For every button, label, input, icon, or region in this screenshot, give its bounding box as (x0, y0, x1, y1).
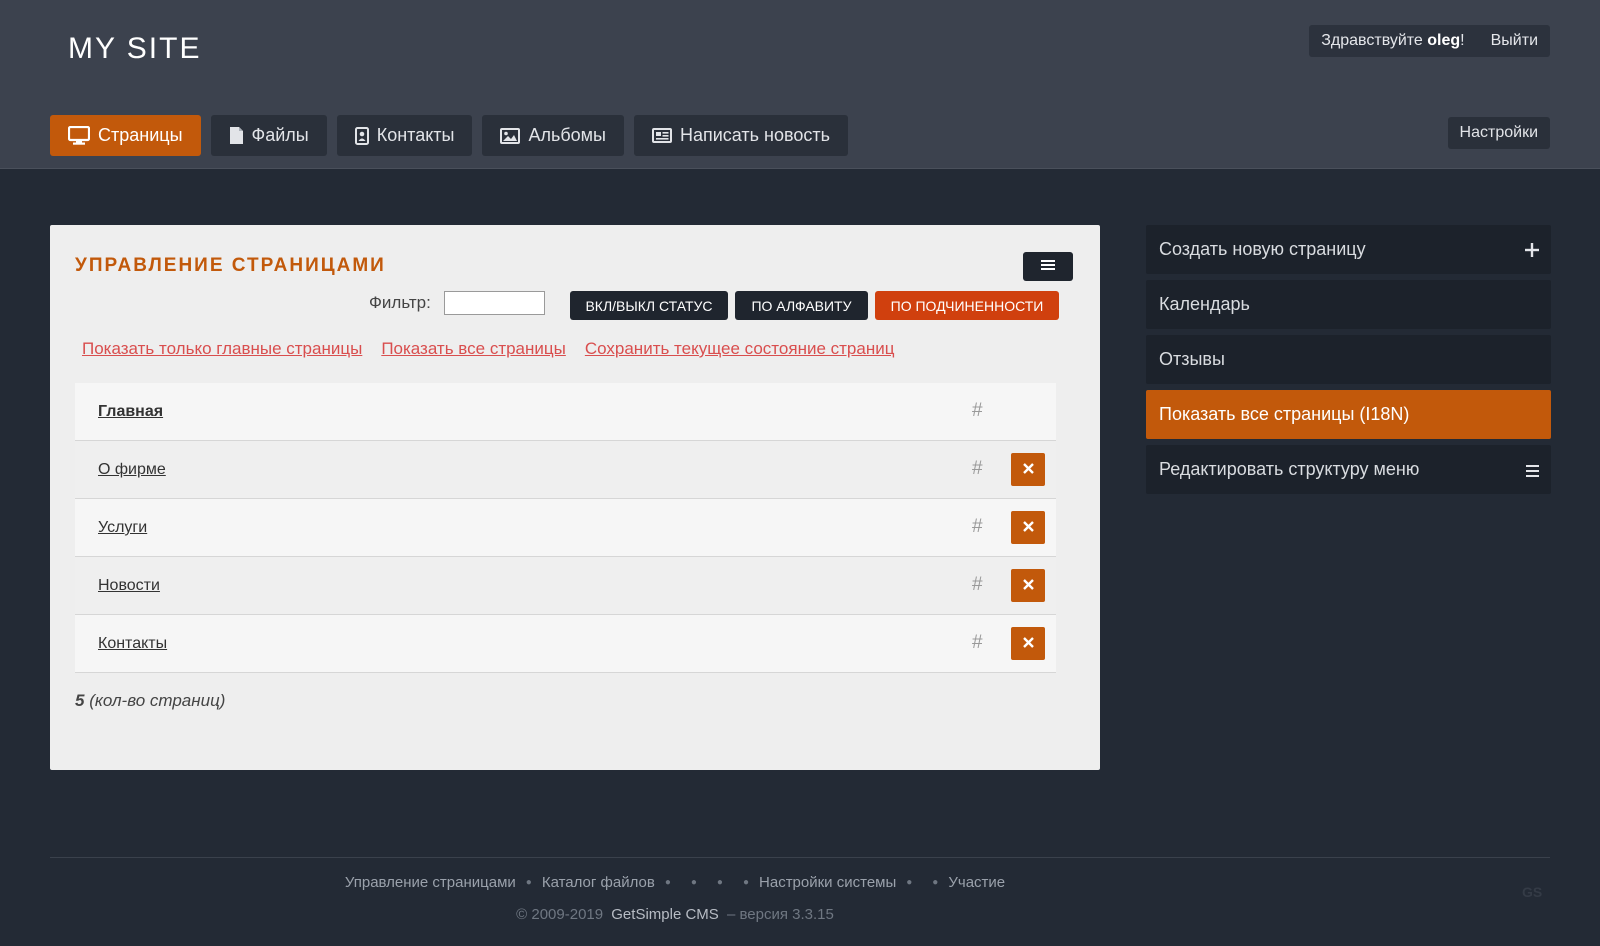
separator-dot: ● (932, 877, 939, 888)
page-count-label: (кол-во страниц) (84, 691, 226, 710)
sidebar-item-show-all-pages-i18n[interactable]: Показать все страницы (I18N) (1146, 390, 1551, 439)
sidebar-item-label: Редактировать структуру меню (1159, 459, 1420, 479)
separator-dot: ● (716, 877, 723, 888)
settings-button[interactable]: Настройки (1447, 117, 1550, 149)
footer-link-files[interactable]: Каталог файлов (542, 874, 655, 891)
footer-divider (50, 857, 1550, 858)
cms-link[interactable]: GetSimple CMS (611, 906, 719, 923)
tab-albums[interactable]: Альбомы (482, 115, 624, 156)
copyright-years: © 2009-2019 (516, 906, 604, 923)
image-icon (500, 127, 521, 144)
footer-links: Управление страницами ● Каталог файлов ●… (0, 874, 1350, 891)
sidebar-item-edit-menu-structure[interactable]: Редактировать структуру меню (1146, 445, 1551, 494)
tab-write-news[interactable]: Написать новость (634, 115, 848, 156)
page-link[interactable]: Главная (98, 403, 163, 421)
footer-link-participation[interactable]: Участие (948, 874, 1005, 891)
delete-button[interactable] (1011, 569, 1045, 602)
sidebar-item-label: Показать все страницы (I18N) (1159, 404, 1410, 424)
page-anchor[interactable]: # (972, 516, 983, 538)
table-row: О фирме # (75, 441, 1056, 499)
greeting-suffix: ! (1460, 32, 1465, 49)
sidebar-item-label: Отзывы (1159, 349, 1225, 369)
gs-logo: GS (1522, 884, 1543, 900)
table-row: Главная # (75, 383, 1056, 441)
show-main-pages-link[interactable]: Показать только главные страницы (82, 339, 362, 359)
tab-contacts[interactable]: Контакты (336, 115, 473, 156)
tab-pages[interactable]: Страницы (50, 115, 201, 156)
toggle-status-button[interactable]: ВКЛ/ВЫКЛ СТАТУС (570, 291, 728, 320)
close-icon (1022, 461, 1034, 479)
cms-version: – версия 3.3.15 (726, 906, 834, 923)
tab-pages-label: Страницы (98, 125, 183, 145)
close-icon (1022, 577, 1034, 595)
page-anchor[interactable]: # (972, 400, 983, 422)
plus-icon (1525, 241, 1539, 262)
table-row: Услуги # (75, 499, 1056, 557)
hamburger-icon (1526, 461, 1539, 482)
sort-hierarchy-button[interactable]: ПО ПОДЧИНЕННОСТИ (875, 291, 1059, 320)
page-link[interactable]: О фирме (98, 461, 166, 479)
footer-link-settings[interactable]: Настройки системы (759, 874, 896, 891)
page-title: УПРАВЛЕНИЕ СТРАНИЦАМИ (75, 255, 386, 276)
tab-contacts-label: Контакты (376, 125, 455, 145)
filter-label: Фильтр: (369, 293, 431, 312)
copyright: © 2009-2019 GetSimple CMS – версия 3.3.1… (0, 906, 1350, 923)
tab-albums-label: Альбомы (528, 125, 606, 145)
filter-input[interactable] (444, 291, 545, 315)
delete-button[interactable] (1011, 511, 1045, 544)
greeting-prefix: Здравствуйте (1321, 32, 1428, 49)
pages-panel: УПРАВЛЕНИЕ СТРАНИЦАМИ Фильтр: ВКЛ/ВЫКЛ С… (50, 225, 1100, 770)
tab-files-label: Файлы (251, 125, 309, 145)
user-box: Здравствуйте oleg! Выйти (1309, 25, 1550, 57)
sidebar: Создать новую страницу Календарь Отзывы … (1146, 225, 1551, 500)
monitor-icon (68, 126, 90, 145)
site-title[interactable]: MY SITE (68, 32, 201, 66)
separator-dot: ● (742, 877, 750, 888)
sidebar-item-label: Создать новую страницу (1159, 239, 1366, 259)
tab-files[interactable]: Файлы (210, 115, 327, 156)
show-all-pages-link[interactable]: Показать все страницы (381, 339, 566, 359)
sort-alphabetical-button[interactable]: ПО АЛФАВИТУ (735, 291, 868, 320)
contact-card-icon (354, 126, 369, 145)
sidebar-item-create-page[interactable]: Создать новую страницу (1146, 225, 1551, 274)
hamburger-icon (1041, 258, 1055, 276)
logout-link[interactable]: Выйти (1479, 32, 1550, 50)
separator-dot: ● (664, 877, 671, 888)
tab-write-news-label: Написать новость (680, 125, 830, 145)
sidebar-item-label: Календарь (1159, 294, 1250, 314)
delete-button[interactable] (1011, 627, 1045, 660)
main-nav: Страницы Файлы Контакты Альбомы Написать… (50, 115, 848, 156)
greeting: Здравствуйте oleg! (1309, 32, 1478, 50)
panel-menu-button[interactable] (1023, 252, 1073, 281)
separator-dot: ● (525, 877, 532, 888)
page-anchor[interactable]: # (972, 574, 983, 596)
table-row: Новости # (75, 557, 1056, 615)
view-links: Показать только главные страницы Показат… (82, 339, 894, 359)
header: MY SITE Здравствуйте oleg! Выйти Страниц… (0, 0, 1600, 169)
separator-dot: ● (906, 877, 913, 888)
sidebar-item-reviews[interactable]: Отзывы (1146, 335, 1551, 384)
sidebar-item-calendar[interactable]: Календарь (1146, 280, 1551, 329)
close-icon (1022, 635, 1034, 653)
separator-dot: ● (690, 877, 697, 888)
file-icon (229, 126, 244, 145)
footer-link-pages[interactable]: Управление страницами (345, 874, 516, 891)
page-anchor[interactable]: # (972, 458, 983, 480)
table-row: Контакты # (75, 615, 1056, 673)
pages-table: Главная # О фирме # Услуги # Новости # К… (75, 383, 1056, 673)
delete-button[interactable] (1011, 453, 1045, 486)
page-link[interactable]: Контакты (98, 635, 167, 653)
page-link[interactable]: Услуги (98, 519, 147, 537)
newspaper-icon (652, 128, 672, 143)
page-anchor[interactable]: # (972, 632, 983, 654)
close-icon (1022, 519, 1034, 537)
page-count: 5 (кол-во страниц) (75, 691, 225, 711)
username: oleg (1427, 32, 1461, 49)
save-pages-state-link[interactable]: Сохранить текущее состояние страниц (585, 339, 895, 359)
page-link[interactable]: Новости (98, 577, 160, 595)
